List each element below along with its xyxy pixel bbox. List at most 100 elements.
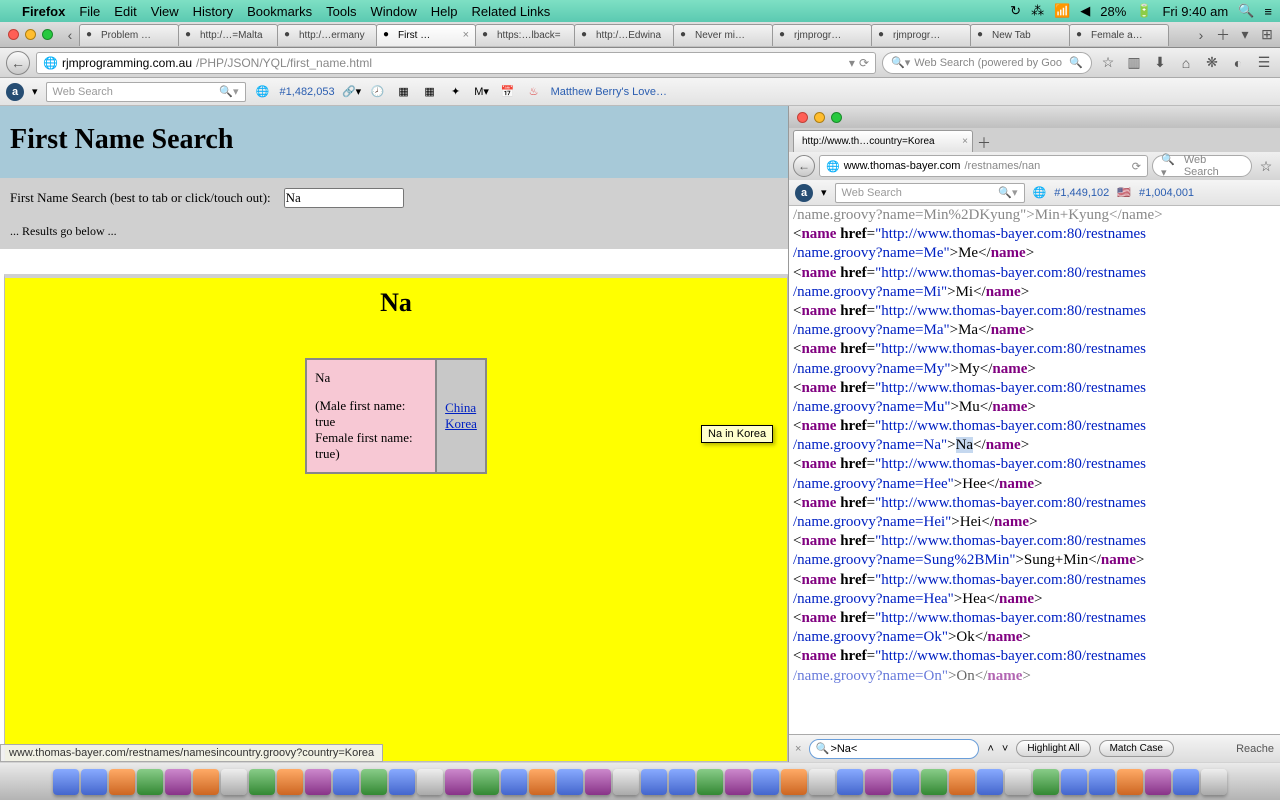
browser-tab[interactable]: ●rjmprogr… bbox=[871, 24, 971, 46]
bluetooth-icon[interactable]: ⁂ bbox=[1031, 3, 1044, 19]
sync-icon[interactable]: ◐ bbox=[1228, 53, 1248, 73]
popup-search[interactable]: 🔍▾ Web Search bbox=[1152, 155, 1252, 177]
downloads-icon[interactable]: ⬇ bbox=[1150, 53, 1170, 73]
dock-item[interactable] bbox=[193, 769, 219, 795]
dock-item[interactable] bbox=[417, 769, 443, 795]
browser-tab[interactable]: ●https:…lback= bbox=[475, 24, 575, 46]
browser-tab[interactable]: ●Problem … bbox=[79, 24, 179, 46]
popup-tab[interactable]: http://www.th…country=Korea × bbox=[793, 130, 973, 152]
dock-item[interactable] bbox=[781, 769, 807, 795]
sparkle-icon[interactable]: ✦ bbox=[447, 83, 465, 101]
menu-file[interactable]: File bbox=[79, 4, 100, 19]
menu-history[interactable]: History bbox=[193, 4, 233, 19]
dock-item[interactable] bbox=[165, 769, 191, 795]
dock-item[interactable] bbox=[893, 769, 919, 795]
dock-item[interactable] bbox=[53, 769, 79, 795]
tabs-dropdown-icon[interactable]: ▾ bbox=[1236, 26, 1254, 44]
flame-icon[interactable]: ♨ bbox=[525, 83, 543, 101]
dock-item[interactable] bbox=[837, 769, 863, 795]
url-bar[interactable]: 🌐 rjmprogramming.com.au/PHP/JSON/YQL/fir… bbox=[36, 52, 876, 74]
popup-zoom-icon[interactable] bbox=[831, 112, 842, 123]
dock-item[interactable] bbox=[249, 769, 275, 795]
dock-item[interactable] bbox=[949, 769, 975, 795]
popup-rank1[interactable]: #1,449,102 bbox=[1054, 187, 1109, 199]
dock-item[interactable] bbox=[81, 769, 107, 795]
reload-icon[interactable]: ⟳ bbox=[859, 56, 869, 70]
dock-item[interactable] bbox=[1201, 769, 1227, 795]
volume-icon[interactable]: ◀ bbox=[1080, 3, 1090, 19]
menu-view[interactable]: View bbox=[151, 4, 179, 19]
dock-item[interactable] bbox=[1117, 769, 1143, 795]
popup-close-icon[interactable] bbox=[797, 112, 808, 123]
home-icon[interactable]: ⌂ bbox=[1176, 53, 1196, 73]
find-input[interactable] bbox=[809, 739, 979, 759]
share-tw-icon[interactable]: ▦ bbox=[421, 83, 439, 101]
find-next-icon[interactable]: ˅ bbox=[1002, 743, 1008, 755]
wifi-icon[interactable]: 📶 bbox=[1054, 3, 1070, 19]
minimize-window-icon[interactable] bbox=[25, 29, 36, 40]
menu-window[interactable]: Window bbox=[371, 4, 417, 19]
new-tab-icon[interactable]: ＋ bbox=[1214, 26, 1232, 44]
cal-icon[interactable]: 📅 bbox=[499, 83, 517, 101]
tabs-scroll-left-icon[interactable]: ‹ bbox=[61, 26, 79, 44]
search-box[interactable]: 🔍▾ Web Search (powered by Goo 🔍 bbox=[882, 52, 1092, 74]
back-button[interactable]: ← bbox=[6, 51, 30, 75]
dock-item[interactable] bbox=[1005, 769, 1031, 795]
dock-item[interactable] bbox=[1033, 769, 1059, 795]
country-link-china[interactable]: China bbox=[445, 400, 477, 416]
wayback-icon[interactable]: 🕗 bbox=[369, 83, 387, 101]
bookmark-star-icon[interactable]: ☆ bbox=[1256, 156, 1276, 176]
dock-item[interactable] bbox=[473, 769, 499, 795]
dock-item[interactable] bbox=[641, 769, 667, 795]
alexa-icon[interactable]: a bbox=[795, 184, 813, 202]
dock-item[interactable] bbox=[977, 769, 1003, 795]
dock-item[interactable] bbox=[1089, 769, 1115, 795]
dock-item[interactable] bbox=[277, 769, 303, 795]
close-icon[interactable]: × bbox=[463, 29, 469, 41]
country-link-korea[interactable]: Korea bbox=[445, 416, 477, 432]
dock-item[interactable] bbox=[109, 769, 135, 795]
alexa-headline[interactable]: Matthew Berry's Love… bbox=[551, 86, 667, 98]
zoom-window-icon[interactable] bbox=[42, 29, 53, 40]
menu-icon[interactable]: ☰ bbox=[1254, 53, 1274, 73]
match-case-button[interactable]: Match Case bbox=[1099, 740, 1174, 757]
menu-bookmarks[interactable]: Bookmarks bbox=[247, 4, 312, 19]
dock-item[interactable] bbox=[613, 769, 639, 795]
dock-item[interactable] bbox=[725, 769, 751, 795]
menu-related[interactable]: Related Links bbox=[472, 4, 551, 19]
find-close-icon[interactable]: × bbox=[795, 743, 801, 755]
browser-tab[interactable]: ●Female a… bbox=[1069, 24, 1169, 46]
browser-tab[interactable]: ●Never mi… bbox=[673, 24, 773, 46]
browser-tab[interactable]: ●http:/…ermany bbox=[277, 24, 377, 46]
tabs-scroll-right-icon[interactable]: › bbox=[1192, 26, 1210, 44]
close-icon[interactable]: × bbox=[962, 136, 968, 147]
reload-icon[interactable]: ⟳ bbox=[1132, 160, 1141, 173]
dock-item[interactable] bbox=[1145, 769, 1171, 795]
popup-min-icon[interactable] bbox=[814, 112, 825, 123]
popup-new-tab-icon[interactable]: ＋ bbox=[975, 134, 993, 152]
popup-rank2[interactable]: #1,004,001 bbox=[1139, 187, 1194, 199]
browser-tab[interactable]: ●First …× bbox=[376, 24, 476, 46]
dock-item[interactable] bbox=[921, 769, 947, 795]
popup-url-bar[interactable]: 🌐 www.thomas-bayer.com/restnames/nan ⟳ bbox=[819, 155, 1148, 177]
spotlight-icon[interactable]: 🔍 bbox=[1238, 3, 1254, 19]
alexa-search[interactable]: Web Search🔍▾ bbox=[46, 82, 246, 102]
xml-view[interactable]: /name.groovy?name=Min%2DKyung">Min+Kyung… bbox=[789, 206, 1280, 734]
search-go-icon[interactable]: 🔍 bbox=[1069, 56, 1083, 69]
timemachine-icon[interactable]: ↻ bbox=[1010, 3, 1021, 19]
popup-back-button[interactable]: ← bbox=[793, 155, 815, 177]
dock-item[interactable] bbox=[697, 769, 723, 795]
dock-item[interactable] bbox=[585, 769, 611, 795]
gmail-icon[interactable]: M▾ bbox=[473, 83, 491, 101]
dock-item[interactable] bbox=[361, 769, 387, 795]
dock-item[interactable] bbox=[1173, 769, 1199, 795]
dropdown-icon[interactable]: ▾ bbox=[849, 56, 855, 70]
menu-edit[interactable]: Edit bbox=[114, 4, 136, 19]
dock-item[interactable] bbox=[669, 769, 695, 795]
browser-tab[interactable]: ●rjmprogr… bbox=[772, 24, 872, 46]
dock-item[interactable] bbox=[529, 769, 555, 795]
alexa-icon[interactable]: a bbox=[6, 83, 24, 101]
dock-item[interactable] bbox=[501, 769, 527, 795]
dock-item[interactable] bbox=[389, 769, 415, 795]
browser-tab[interactable]: ●http:/…Edwina bbox=[574, 24, 674, 46]
